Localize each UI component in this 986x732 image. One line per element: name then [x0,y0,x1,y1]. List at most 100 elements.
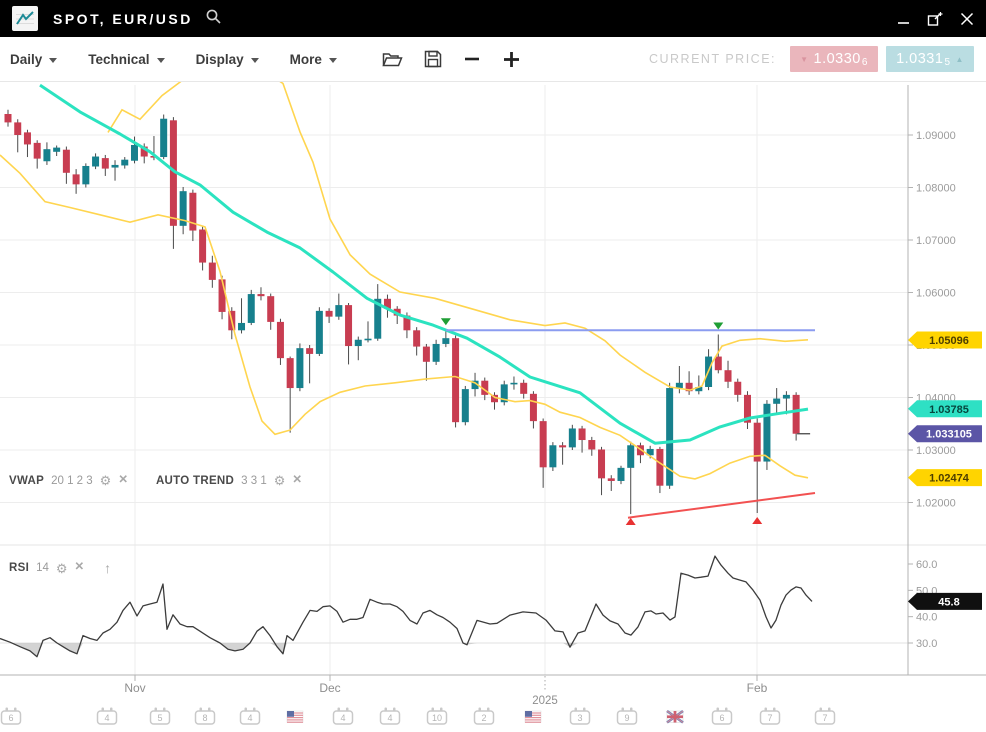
uk-flag-icon[interactable] [667,711,683,723]
calendar-event-icon[interactable]: 6 [713,708,732,725]
calendar-event-icon[interactable]: 9 [618,708,637,725]
gear-icon[interactable]: ⚙ [56,562,68,575]
candle-body [608,478,615,481]
price-tag-value: 1.033105 [926,429,972,441]
calendar-icon-ring [102,708,105,712]
candle-body [24,132,31,144]
rsi-pane [0,556,812,657]
candle-body [588,440,595,449]
candle-body [365,339,372,341]
calendar-event-icon[interactable]: 4 [241,708,260,725]
calendar-icon-ring [479,708,482,712]
calendar-event-icon[interactable]: 4 [98,708,117,725]
candle-body [296,348,303,388]
calendar-icon-ring [163,708,166,712]
candle-body [423,347,430,362]
calendar-icon-ring [338,708,341,712]
candle-body [82,166,89,184]
calendar-icon-ring [6,708,9,712]
price-axis-label: 1.06000 [916,288,956,300]
calendar-event-icon[interactable]: 4 [334,708,353,725]
zoom-out-button[interactable] [463,50,481,68]
menu-display[interactable]: Display [196,52,259,67]
close-icon[interactable]: ✕ [118,475,128,487]
calendar-icon-ring [110,708,113,712]
candle-body [277,322,284,358]
calendar-event-icon[interactable]: 7 [761,708,780,725]
ask-price-box[interactable]: 1.0331 5 ▲ [886,46,974,72]
price-tag-value: 1.02474 [929,473,970,485]
candle-body [627,445,634,468]
save-icon[interactable] [424,50,442,68]
calendar-event-icon[interactable]: 7 [816,708,835,725]
candle-body [773,399,780,404]
rsi-axis-label: 40.0 [916,612,937,624]
candle-body [73,174,80,184]
popout-button[interactable] [927,11,943,27]
ask-price-pip: 5 [944,57,950,68]
rsi-value-tag-value: 45.8 [938,596,959,608]
calendar-icon-ring [487,708,490,712]
candle-body [345,305,352,346]
price-axis-label: 1.07000 [916,235,956,247]
candle-body [510,383,517,385]
buy-signal-icon [626,518,636,525]
close-button[interactable] [960,12,974,26]
bid-price-box[interactable]: ▼ 1.0330 6 [790,46,878,72]
us-flag-icon[interactable] [525,711,541,723]
calendar-icon-ring [630,708,633,712]
us-flag-icon[interactable] [287,711,303,723]
menu-more[interactable]: More [290,52,337,67]
calendar-day-number: 4 [104,713,109,723]
calendar-icon-ring [765,708,768,712]
calendar-icon-ring [393,708,396,712]
minimize-button[interactable] [897,12,910,25]
price-axis-label: 1.09000 [916,130,956,142]
candle-body [520,383,527,394]
calendar-event-icon[interactable]: 4 [381,708,400,725]
gear-icon[interactable]: ⚙ [100,474,112,487]
candle-body [306,348,313,354]
calendar-icon-ring [346,708,349,712]
calendar-day-number: 10 [432,713,442,723]
calendar-icon-ring [773,708,776,712]
candle-body [413,330,420,346]
rsi-line [0,556,812,657]
open-folder-icon[interactable] [382,51,403,68]
trend-markers [441,318,810,525]
rsi-oversold-fill [0,643,812,657]
move-up-icon[interactable]: ↑ [104,561,111,575]
price-axis-label: 1.02000 [916,498,956,510]
gear-icon[interactable]: ⚙ [274,474,286,487]
calendar-event-icon[interactable]: 3 [571,708,590,725]
calendar-event-icon[interactable]: 10 [428,708,447,725]
menu-technical[interactable]: Technical [88,52,164,67]
close-icon[interactable]: ✕ [75,562,85,574]
candle-body [598,449,605,478]
rsi-axis-label: 60.0 [916,559,937,571]
calendar-event-icon[interactable]: 6 [2,708,21,725]
calendar-icon-ring [208,708,211,712]
close-icon[interactable]: ✕ [292,475,302,487]
menu-daily[interactable]: Daily [10,52,57,67]
calendar-day-number: 9 [624,713,629,723]
calendar-icon-ring [820,708,823,712]
chart-area[interactable]: 1.090001.080001.070001.060001.050001.040… [0,82,986,732]
menu-technical-label: Technical [88,52,149,67]
candle-body [462,389,469,422]
zoom-in-button[interactable] [502,50,521,69]
autotrend-label: AUTO TREND [156,475,234,487]
calendar-icon-ring [622,708,625,712]
calendar-icon-ring [440,708,443,712]
candle-body [189,193,196,231]
calendar-event-icon[interactable]: 2 [475,708,494,725]
search-icon[interactable] [205,8,222,30]
calendar-icon-ring [432,708,435,712]
calendar-icon-ring [575,708,578,712]
calendar-event-icon[interactable]: 5 [151,708,170,725]
autotrend-params: 3 3 1 [241,475,267,487]
overlay-indicator-labels: VWAP 20 1 2 3 ⚙ ✕ AUTO TREND 3 3 1 ⚙ ✕ [9,474,302,487]
calendar-event-icon[interactable]: 8 [196,708,215,725]
price-chart[interactable]: 1.090001.080001.070001.060001.050001.040… [0,82,986,732]
candle-body [452,338,459,422]
